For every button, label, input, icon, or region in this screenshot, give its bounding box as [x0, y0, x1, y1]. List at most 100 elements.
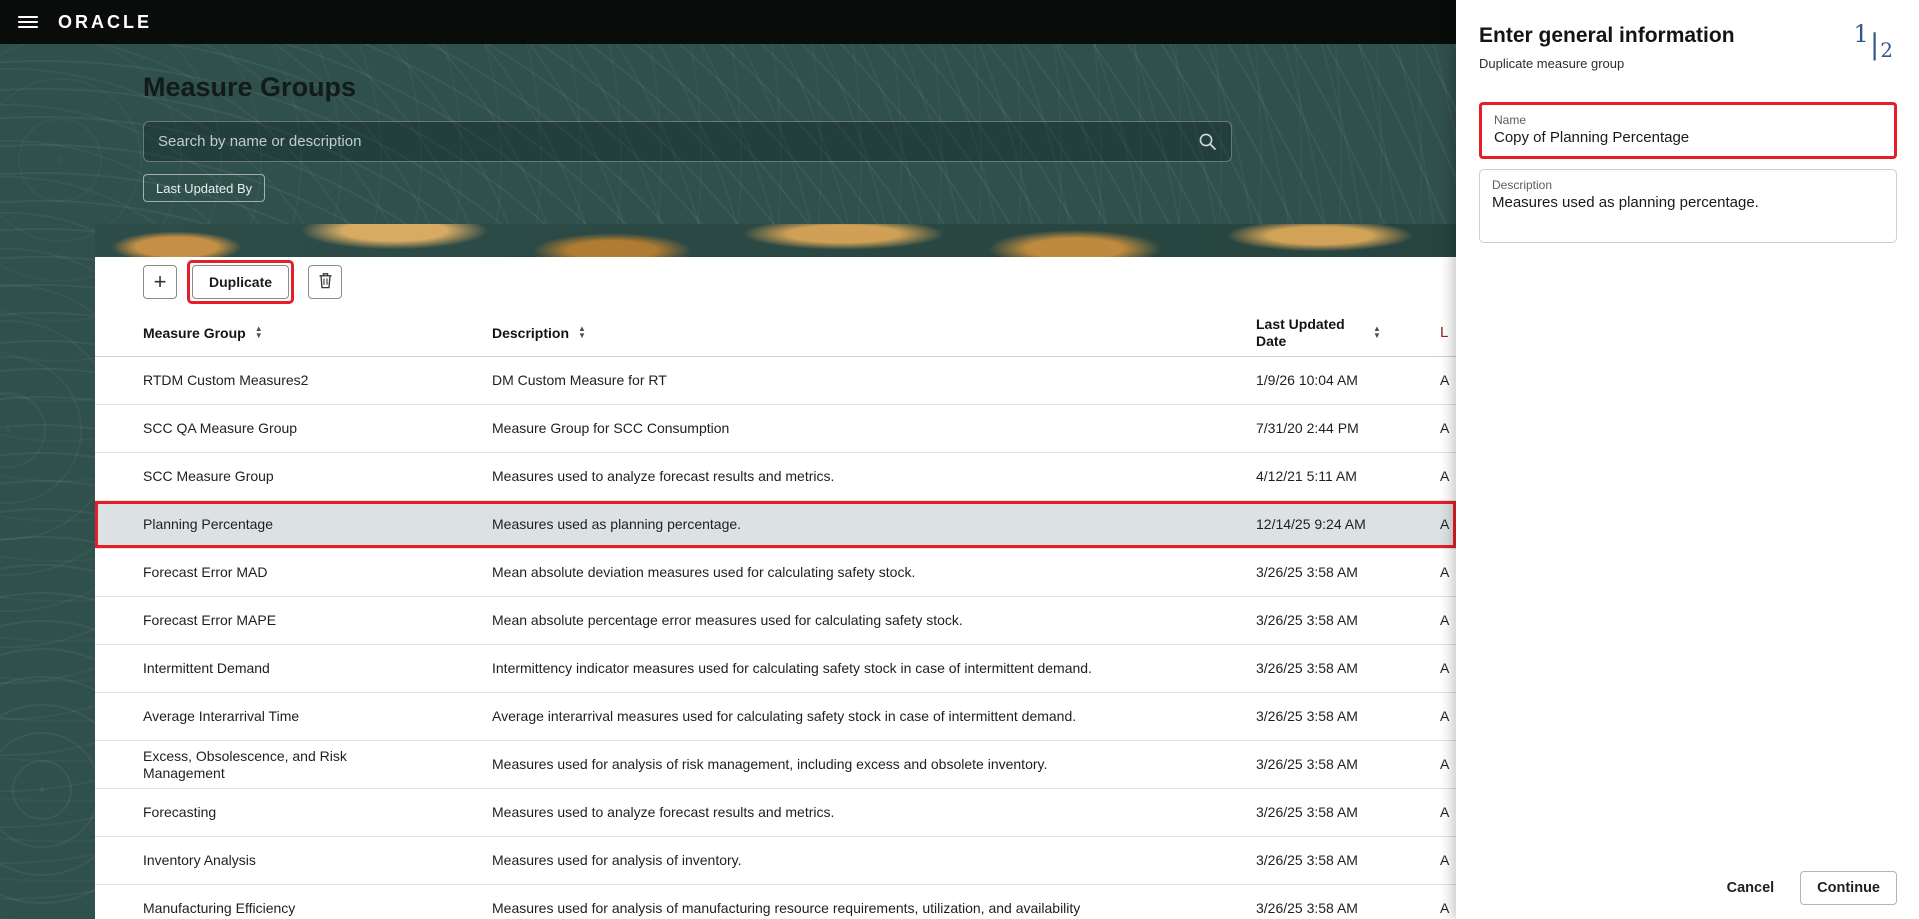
main-area: ORACLE Measure Groups Last Updated By + …	[0, 0, 1456, 919]
decorative-banner	[95, 224, 1456, 257]
table-row[interactable]: Inventory Analysis Measures used for ana…	[95, 837, 1456, 885]
sort-icon[interactable]: ▲ ▼	[1373, 325, 1381, 339]
cell-last-updated-date: 7/31/20 2:44 PM	[1256, 420, 1359, 437]
cell-measure-group: Inventory Analysis	[143, 852, 256, 869]
table-body: RTDM Custom Measures2 DM Custom Measure …	[95, 357, 1456, 919]
step-divider-icon: |	[1869, 28, 1880, 61]
cell-measure-group: SCC QA Measure Group	[143, 420, 298, 437]
cell-measure-group: Forecast Error MAD	[143, 564, 268, 581]
cell-last-updated-date: 1/9/26 10:04 AM	[1256, 372, 1358, 389]
cell-description: Mean absolute percentage error measures …	[492, 612, 963, 629]
trash-icon	[318, 272, 333, 292]
cell-measure-group: Intermittent Demand	[143, 660, 270, 677]
oracle-logo: ORACLE	[58, 11, 152, 32]
cell-description: Mean absolute deviation measures used fo…	[492, 564, 916, 581]
cell-last-updated-date: 3/26/25 3:58 AM	[1256, 708, 1358, 725]
description-field-label: Description	[1492, 178, 1553, 192]
cell-clipped-fragment: A	[1440, 612, 1450, 629]
panel-title: Enter general information	[1479, 24, 1735, 47]
cell-clipped-fragment: A	[1440, 516, 1450, 533]
cell-last-updated-date: 3/26/25 3:58 AM	[1256, 756, 1358, 773]
table-row[interactable]: Planning Percentage Measures used as pla…	[95, 501, 1456, 549]
cell-clipped-fragment: A	[1440, 708, 1450, 725]
duplicate-measure-group-panel: Enter general information Duplicate meas…	[1456, 0, 1919, 919]
sort-icon[interactable]: ▲ ▼	[578, 325, 586, 339]
cell-description: Intermittency indicator measures used fo…	[492, 660, 1092, 677]
table-row[interactable]: SCC Measure Group Measures used to analy…	[95, 453, 1456, 501]
top-navbar: ORACLE	[0, 0, 1456, 44]
name-field-value[interactable]: Copy of Planning Percentage	[1494, 129, 1882, 146]
cell-clipped-fragment: A	[1440, 804, 1450, 821]
cell-description: Measure Group for SCC Consumption	[492, 420, 730, 437]
cell-last-updated-date: 4/12/21 5:11 AM	[1256, 468, 1357, 485]
search-icon[interactable]	[1198, 132, 1217, 151]
panel-subtitle: Duplicate measure group	[1479, 56, 1625, 71]
table-row[interactable]: Forecasting Measures used to analyze for…	[95, 789, 1456, 837]
cell-description: DM Custom Measure for RT	[492, 372, 667, 389]
column-label: Description	[492, 324, 570, 341]
hamburger-menu-icon[interactable]	[18, 13, 40, 31]
table-row[interactable]: SCC QA Measure Group Measure Group for S…	[95, 405, 1456, 453]
cell-measure-group: Planning Percentage	[143, 516, 273, 533]
page-title: Measure Groups	[143, 72, 357, 102]
cell-measure-group: Excess, Obsolescence, and Risk Managemen…	[143, 747, 347, 781]
cell-description: Measures used for analysis of risk manag…	[492, 756, 1048, 773]
cell-clipped-fragment: A	[1440, 420, 1450, 437]
cell-clipped-fragment: A	[1440, 852, 1450, 869]
table-row[interactable]: RTDM Custom Measures2 DM Custom Measure …	[95, 357, 1456, 405]
step-current: 1	[1853, 20, 1869, 48]
step-indicator: 1 | 2	[1854, 20, 1893, 62]
cell-last-updated-date: 3/26/25 3:58 AM	[1256, 852, 1358, 869]
step-total: 2	[1880, 38, 1893, 62]
table-row[interactable]: Forecast Error MAD Mean absolute deviati…	[95, 549, 1456, 597]
duplicate-highlight-annotation: Duplicate	[187, 260, 295, 304]
column-header-measure-group[interactable]: Measure Group ▲ ▼	[143, 325, 492, 341]
filter-chip-last-updated-by[interactable]: Last Updated By	[143, 174, 266, 202]
table-row[interactable]: Manufacturing Efficiency Measures used f…	[95, 885, 1456, 919]
cell-last-updated-date: 3/26/25 3:58 AM	[1256, 564, 1358, 581]
column-header-clipped-fragment: L	[1440, 324, 1449, 341]
cell-clipped-fragment: A	[1440, 564, 1450, 581]
toolbar: + Duplicate	[95, 257, 1456, 309]
cell-description: Measures used for analysis of manufactur…	[492, 900, 1081, 917]
cell-last-updated-date: 3/26/25 3:58 AM	[1256, 660, 1358, 677]
cell-measure-group: RTDM Custom Measures2	[143, 372, 309, 389]
continue-button[interactable]: Continue	[1800, 871, 1897, 905]
cell-description: Measures used for analysis of inventory.	[492, 852, 742, 869]
cell-last-updated-date: 3/26/25 3:58 AM	[1256, 804, 1358, 821]
cancel-button[interactable]: Cancel	[1721, 879, 1781, 897]
column-header-description[interactable]: Description ▲ ▼	[492, 325, 1256, 341]
column-header-last-updated-date[interactable]: Last Updated Date ▲ ▼	[1256, 316, 1440, 348]
plus-icon: +	[153, 269, 167, 294]
cell-description: Measures used to analyze forecast result…	[492, 468, 835, 485]
table-row[interactable]: Forecast Error MAPE Mean absolute percen…	[95, 597, 1456, 645]
column-label: Measure Group	[143, 324, 246, 341]
name-field-label: Name	[1494, 113, 1527, 127]
table-row[interactable]: Intermittent Demand Intermittency indica…	[95, 645, 1456, 693]
panel-header: Enter general information Duplicate meas…	[1456, 0, 1919, 71]
cell-measure-group: SCC Measure Group	[143, 468, 274, 485]
duplicate-button[interactable]: Duplicate	[192, 265, 290, 299]
name-field[interactable]: Name Copy of Planning Percentage	[1479, 102, 1897, 159]
search-input[interactable]	[144, 122, 1198, 161]
cell-last-updated-date: 3/26/25 3:58 AM	[1256, 612, 1358, 629]
cell-description: Measures used as planning percentage.	[492, 516, 742, 533]
delete-button[interactable]	[308, 265, 343, 299]
table-row[interactable]: Excess, Obsolescence, and Risk Managemen…	[95, 741, 1456, 789]
measure-groups-card: + Duplicate Measure Group ▲ ▼ Descriptio…	[95, 224, 1456, 919]
cell-clipped-fragment: A	[1440, 660, 1450, 677]
table-row[interactable]: Average Interarrival Time Average intera…	[95, 693, 1456, 741]
cell-measure-group: Manufacturing Efficiency	[143, 900, 296, 917]
column-label: Last Updated Date	[1256, 316, 1345, 349]
description-field-value[interactable]: Measures used as planning percentage.	[1492, 194, 1884, 211]
cell-description: Measures used to analyze forecast result…	[492, 804, 835, 821]
cell-measure-group: Average Interarrival Time	[143, 708, 300, 725]
sort-icon[interactable]: ▲ ▼	[255, 325, 263, 339]
add-button[interactable]: +	[143, 265, 177, 299]
panel-footer: Cancel Continue	[1721, 871, 1897, 905]
cell-description: Average interarrival measures used for c…	[492, 708, 1077, 725]
cell-measure-group: Forecast Error MAPE	[143, 612, 277, 629]
description-field[interactable]: Description Measures used as planning pe…	[1479, 169, 1897, 243]
search-bar	[143, 121, 1232, 162]
cell-measure-group: Forecasting	[143, 804, 217, 821]
